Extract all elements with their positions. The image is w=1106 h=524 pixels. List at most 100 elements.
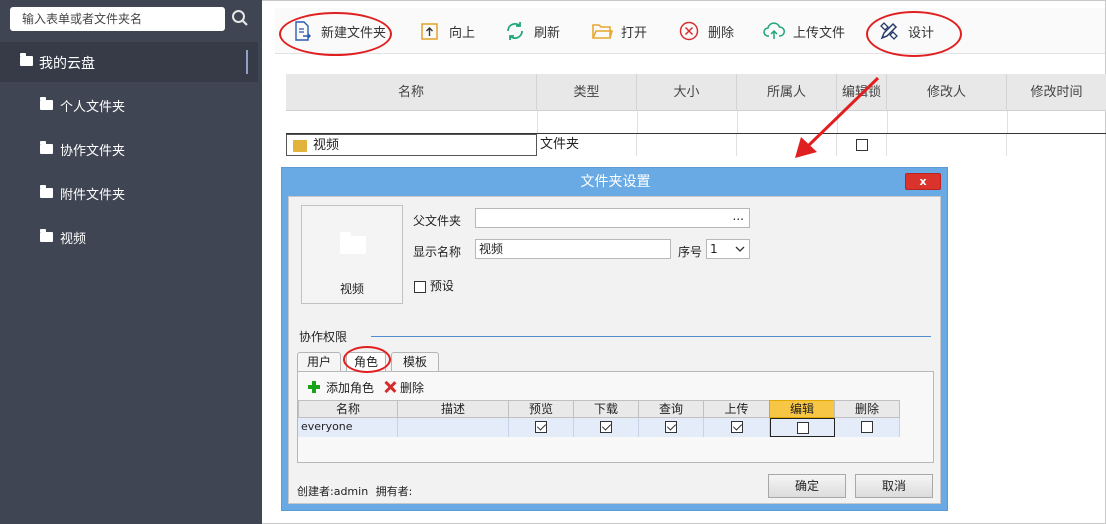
row-modifier bbox=[887, 134, 1007, 156]
folder-preview[interactable]: 视频 bbox=[301, 205, 403, 304]
add-role-button[interactable]: 添加角色 bbox=[326, 379, 374, 396]
row-type: 文件夹 bbox=[539, 134, 637, 156]
up-label: 向上 bbox=[449, 25, 476, 41]
folder-icon bbox=[40, 185, 53, 198]
grid-header-preview[interactable]: 预览 bbox=[508, 400, 574, 418]
folder-settings-dialog: 文件夹设置 x 视频 父文件夹 ... 显示名称 视频 序号 1 预设 协作权限… bbox=[281, 167, 948, 511]
delete-checkbox[interactable] bbox=[861, 421, 873, 433]
col-modifier-header[interactable]: 修改人 bbox=[887, 74, 1007, 111]
section-title: 协作权限 bbox=[299, 330, 348, 344]
grid-cell-desc[interactable] bbox=[398, 418, 509, 437]
grid-header-query[interactable]: 查询 bbox=[638, 400, 704, 418]
sidebar-item-my-cloud[interactable]: 我的云盘 bbox=[0, 42, 258, 82]
close-button[interactable]: x bbox=[905, 173, 941, 190]
refresh-button[interactable]: 刷新 bbox=[504, 8, 560, 54]
grid-header-edit[interactable]: 编辑 bbox=[769, 400, 835, 418]
browse-button[interactable]: ... bbox=[733, 207, 744, 225]
delete-circle-icon bbox=[679, 21, 699, 41]
sidebar-item-label: 视频 bbox=[60, 232, 87, 247]
row-modtime bbox=[1007, 134, 1106, 156]
sidebar-item-video[interactable]: 视频 bbox=[0, 218, 258, 258]
sidebar-item-collab[interactable]: 协作文件夹 bbox=[0, 130, 258, 170]
toolbar: 新建文件夹 向上 刷新 打开 删除 上传文件 设计 bbox=[275, 8, 1105, 54]
preset-row[interactable]: 预设 bbox=[414, 277, 454, 294]
open-button[interactable]: 打开 bbox=[591, 8, 647, 54]
annotation-circle-roles-tab bbox=[343, 346, 391, 373]
display-name-label: 显示名称 bbox=[413, 245, 462, 259]
folder-up-icon bbox=[421, 23, 438, 40]
col-type-header[interactable]: 类型 bbox=[537, 74, 637, 111]
folder-icon bbox=[40, 97, 53, 110]
grid-header-desc[interactable]: 描述 bbox=[397, 400, 509, 418]
grid-cell-upload bbox=[704, 418, 770, 437]
sidebar-item-personal[interactable]: 个人文件夹 bbox=[0, 86, 258, 126]
upload-button[interactable]: 上传文件 bbox=[763, 8, 845, 54]
grid-cell-download bbox=[574, 418, 639, 437]
download-checkbox[interactable] bbox=[600, 421, 612, 433]
grid-header-name[interactable]: 名称 bbox=[298, 400, 398, 418]
query-checkbox[interactable] bbox=[665, 421, 677, 433]
lock-checkbox[interactable] bbox=[855, 138, 868, 151]
delete-button[interactable]: 删除 bbox=[678, 8, 734, 54]
chevron-down-icon bbox=[735, 246, 745, 252]
edit-checkbox[interactable] bbox=[796, 422, 809, 434]
upload-checkbox[interactable] bbox=[730, 421, 743, 433]
sidebar-item-label: 协作文件夹 bbox=[60, 144, 126, 159]
search-icon[interactable] bbox=[231, 9, 249, 27]
dialog-title: 文件夹设置 bbox=[580, 174, 651, 190]
preview-caption: 视频 bbox=[339, 282, 364, 296]
table-row[interactable]: 视频 文件夹 bbox=[286, 133, 1106, 156]
row-size bbox=[637, 134, 737, 156]
delete-label: 删除 bbox=[708, 25, 735, 41]
sidebar: 我的云盘 个人文件夹 协作文件夹 附件文件夹 视频 bbox=[0, 0, 262, 524]
preset-checkbox[interactable] bbox=[414, 280, 426, 293]
sidebar-item-label: 个人文件夹 bbox=[60, 100, 126, 115]
folder-icon bbox=[40, 229, 53, 242]
display-name-field[interactable]: 视频 bbox=[475, 239, 671, 259]
search-input[interactable] bbox=[10, 7, 225, 31]
row-name-cell[interactable]: 视频 bbox=[286, 134, 537, 156]
sidebar-item-label: 附件文件夹 bbox=[60, 188, 126, 203]
up-button[interactable]: 向上 bbox=[419, 8, 475, 54]
section-divider bbox=[371, 336, 931, 337]
grid-cell-delete bbox=[835, 418, 900, 437]
grid-header-upload[interactable]: 上传 bbox=[703, 400, 770, 418]
grid-header-delete[interactable]: 删除 bbox=[834, 400, 900, 418]
roles-toolbar: 添加角色 删除 bbox=[308, 377, 424, 397]
tab-users[interactable]: 用户 bbox=[297, 352, 341, 372]
grid-cell-name[interactable]: everyone bbox=[298, 418, 398, 437]
parent-folder-label: 父文件夹 bbox=[413, 214, 462, 228]
scroll-indicator bbox=[246, 50, 248, 74]
refresh-icon bbox=[507, 22, 523, 40]
delete-role-button[interactable]: 删除 bbox=[400, 379, 424, 396]
row-owner bbox=[737, 134, 837, 156]
grid-header-download[interactable]: 下载 bbox=[573, 400, 639, 418]
col-modtime-header[interactable]: 修改时间 bbox=[1007, 74, 1106, 111]
cloud-upload-icon bbox=[763, 22, 785, 39]
table-header: 名称 类型 大小 所属人 编辑锁 修改人 修改时间 bbox=[286, 74, 1106, 111]
col-size-header[interactable]: 大小 bbox=[637, 74, 737, 111]
preview-checkbox[interactable] bbox=[535, 421, 547, 433]
plus-icon bbox=[308, 381, 320, 393]
order-select[interactable]: 1 bbox=[706, 239, 750, 259]
grid-cell-query bbox=[639, 418, 704, 437]
creator-text: 创建者:admin bbox=[297, 485, 369, 498]
owner-text: 拥有者: bbox=[375, 485, 413, 498]
ok-button[interactable]: 确定 bbox=[768, 474, 846, 498]
search-box bbox=[10, 7, 225, 31]
folder-icon bbox=[40, 141, 53, 154]
tab-templates[interactable]: 模板 bbox=[391, 352, 439, 372]
folder-icon bbox=[340, 232, 366, 254]
parent-folder-field[interactable]: ... bbox=[475, 208, 750, 228]
order-label: 序号 bbox=[678, 245, 703, 259]
col-owner-header[interactable]: 所属人 bbox=[737, 74, 837, 111]
refresh-label: 刷新 bbox=[534, 25, 561, 41]
creator-info: 创建者:admin 拥有者: bbox=[297, 483, 412, 499]
col-lock-header[interactable]: 编辑锁 bbox=[837, 74, 887, 111]
preset-label: 预设 bbox=[429, 279, 454, 293]
row-lock-cell bbox=[837, 134, 887, 156]
sidebar-item-attachments[interactable]: 附件文件夹 bbox=[0, 174, 258, 214]
col-name-header[interactable]: 名称 bbox=[286, 74, 537, 111]
table-row-empty bbox=[286, 111, 1106, 133]
cancel-button[interactable]: 取消 bbox=[855, 474, 933, 498]
